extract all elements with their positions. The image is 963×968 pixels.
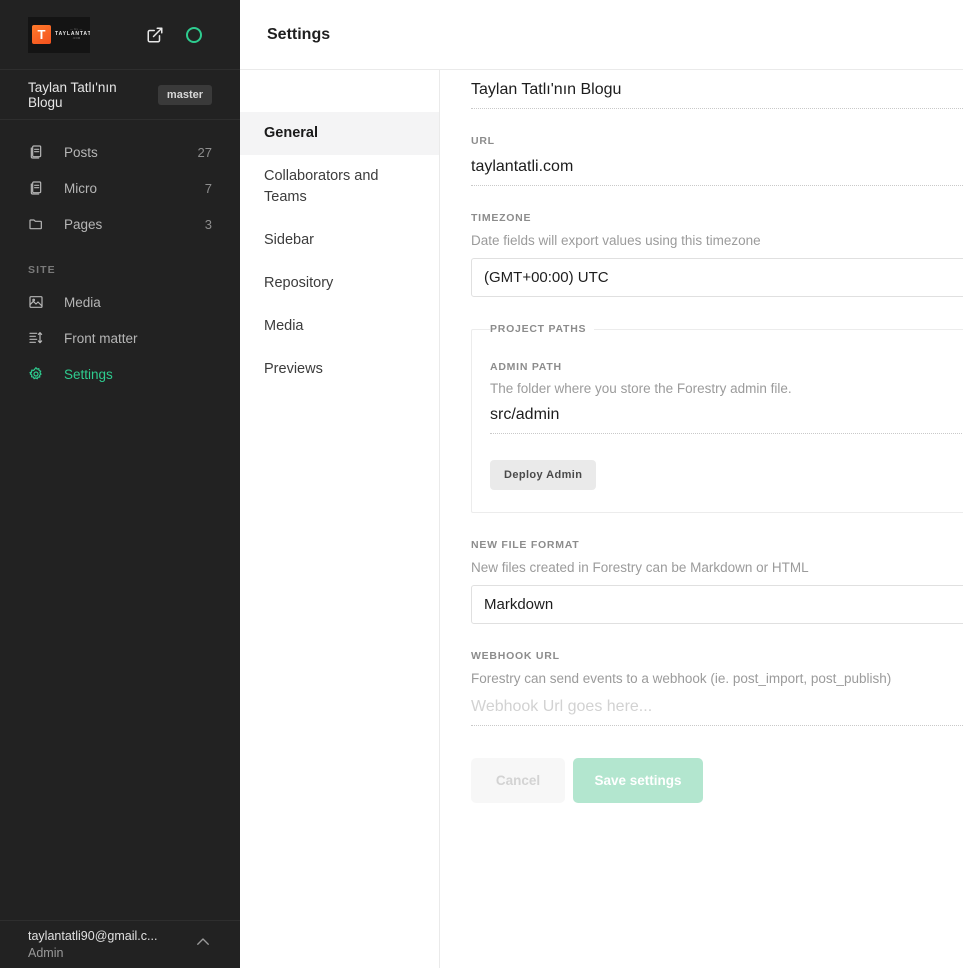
settings-form: SITE NAME URL TIMEZONE Date fields will … (471, 70, 963, 803)
main-sidebar: T — by — TAYLANTATLI .COM (0, 0, 240, 968)
admin-path-input[interactable] (490, 404, 963, 434)
deploy-admin-button[interactable]: Deploy Admin (490, 460, 596, 490)
settings-nav-item-previews[interactable]: Previews (240, 348, 439, 391)
sort-lines-icon (28, 330, 46, 346)
sidebar-item-label: Posts (64, 145, 98, 160)
settings-nav-item-sidebar[interactable]: Sidebar (240, 219, 439, 262)
sidebar-item-front-matter[interactable]: Front matter (0, 320, 240, 356)
sidebar-item-label: Micro (64, 181, 97, 196)
chevron-up-icon[interactable] (194, 933, 212, 956)
sidebar-section-label: SITE (0, 242, 240, 284)
settings-nav-item-repository[interactable]: Repository (240, 262, 439, 305)
page-header: Settings (240, 0, 963, 70)
sidebar-item-pages[interactable]: Pages 3 (0, 206, 240, 242)
timezone-label: TIMEZONE (471, 212, 963, 224)
external-link-icon[interactable] (146, 26, 164, 44)
sidebar-item-media[interactable]: Media (0, 284, 240, 320)
app-root: T — by — TAYLANTATLI .COM (0, 0, 963, 968)
sidebar-item-count: 7 (205, 181, 212, 196)
main-area: Settings General Collaborators and Teams… (240, 0, 963, 968)
webhook-url-description: Forestry can send events to a webhook (i… (471, 671, 963, 686)
user-email: taylantatli90@gmail.c... (28, 928, 157, 945)
sidebar-item-count: 27 (198, 145, 212, 160)
new-file-format-label: NEW FILE FORMAT (471, 539, 963, 551)
sidebar-nav: Posts 27 Micro 7 (0, 120, 240, 392)
cancel-button[interactable]: Cancel (471, 758, 565, 803)
timezone-select[interactable] (471, 258, 963, 297)
new-file-format-select[interactable] (471, 585, 963, 624)
sidebar-header-actions (146, 26, 212, 44)
settings-nav-item-collaborators-and-teams[interactable]: Collaborators and Teams (240, 155, 439, 219)
url-field: URL (471, 135, 963, 186)
logo-mark-icon: T (32, 25, 51, 44)
sidebar-item-count: 3 (205, 217, 212, 232)
gear-icon (28, 366, 46, 382)
sidebar-item-label: Pages (64, 217, 102, 232)
url-label: URL (471, 135, 963, 147)
settings-form-pane: SITE NAME URL TIMEZONE Date fields will … (440, 70, 963, 968)
admin-path-label: ADMIN PATH (490, 361, 963, 373)
branch-badge[interactable]: master (158, 85, 212, 105)
logo-bottom-text: .COM (72, 38, 80, 41)
site-logo[interactable]: T — by — TAYLANTATLI .COM (28, 17, 90, 53)
new-file-format-field: NEW FILE FORMAT New files created in For… (471, 539, 963, 624)
webhook-url-label: WEBHOOK URL (471, 650, 963, 662)
site-name-field: SITE NAME (471, 70, 963, 109)
admin-path-description: The folder where you store the Forestry … (490, 381, 963, 396)
settings-nav-item-general[interactable]: General (240, 112, 439, 155)
project-paths-legend: PROJECT PATHS (490, 323, 594, 335)
settings-nav-item-media[interactable]: Media (240, 305, 439, 348)
project-paths-fieldset: PROJECT PATHS ADMIN PATH The folder wher… (471, 323, 963, 513)
settings-body: General Collaborators and Teams Sidebar … (240, 70, 963, 968)
user-role: Admin (28, 945, 157, 962)
webhook-url-input[interactable] (471, 696, 963, 726)
documents-icon (28, 144, 46, 160)
sidebar-site-name: Taylan Tatlı'nın Blogu (28, 80, 148, 110)
webhook-url-field: WEBHOOK URL Forestry can send events to … (471, 650, 963, 726)
page-title: Settings (267, 26, 330, 44)
settings-nav: General Collaborators and Teams Sidebar … (240, 70, 440, 968)
site-name-input[interactable] (471, 79, 963, 109)
sidebar-user-menu[interactable]: taylantatli90@gmail.c... Admin (0, 920, 240, 968)
sidebar-item-label: Settings (64, 367, 113, 382)
sidebar-header: T — by — TAYLANTATLI .COM (0, 0, 240, 70)
url-input[interactable] (471, 156, 963, 186)
sidebar-item-posts[interactable]: Posts 27 (0, 134, 240, 170)
folder-icon (28, 216, 46, 232)
timezone-field: TIMEZONE Date fields will export values … (471, 212, 963, 297)
sidebar-item-label: Front matter (64, 331, 138, 346)
admin-path-field: ADMIN PATH The folder where you store th… (490, 361, 963, 434)
documents-icon (28, 180, 46, 196)
status-ring-icon[interactable] (186, 27, 202, 43)
sidebar-item-label: Media (64, 295, 101, 310)
sidebar-user-info: taylantatli90@gmail.c... Admin (28, 928, 157, 962)
site-switcher[interactable]: Taylan Tatlı'nın Blogu master (0, 70, 240, 120)
image-icon (28, 294, 46, 310)
save-settings-button[interactable]: Save settings (573, 758, 703, 803)
logo-wordmark: — by — TAYLANTATLI .COM (55, 29, 90, 41)
sidebar-item-micro[interactable]: Micro 7 (0, 170, 240, 206)
sidebar-item-settings[interactable]: Settings (0, 356, 240, 392)
timezone-description: Date fields will export values using thi… (471, 233, 963, 248)
new-file-format-description: New files created in Forestry can be Mar… (471, 560, 963, 575)
form-actions: Cancel Save settings (471, 758, 963, 803)
